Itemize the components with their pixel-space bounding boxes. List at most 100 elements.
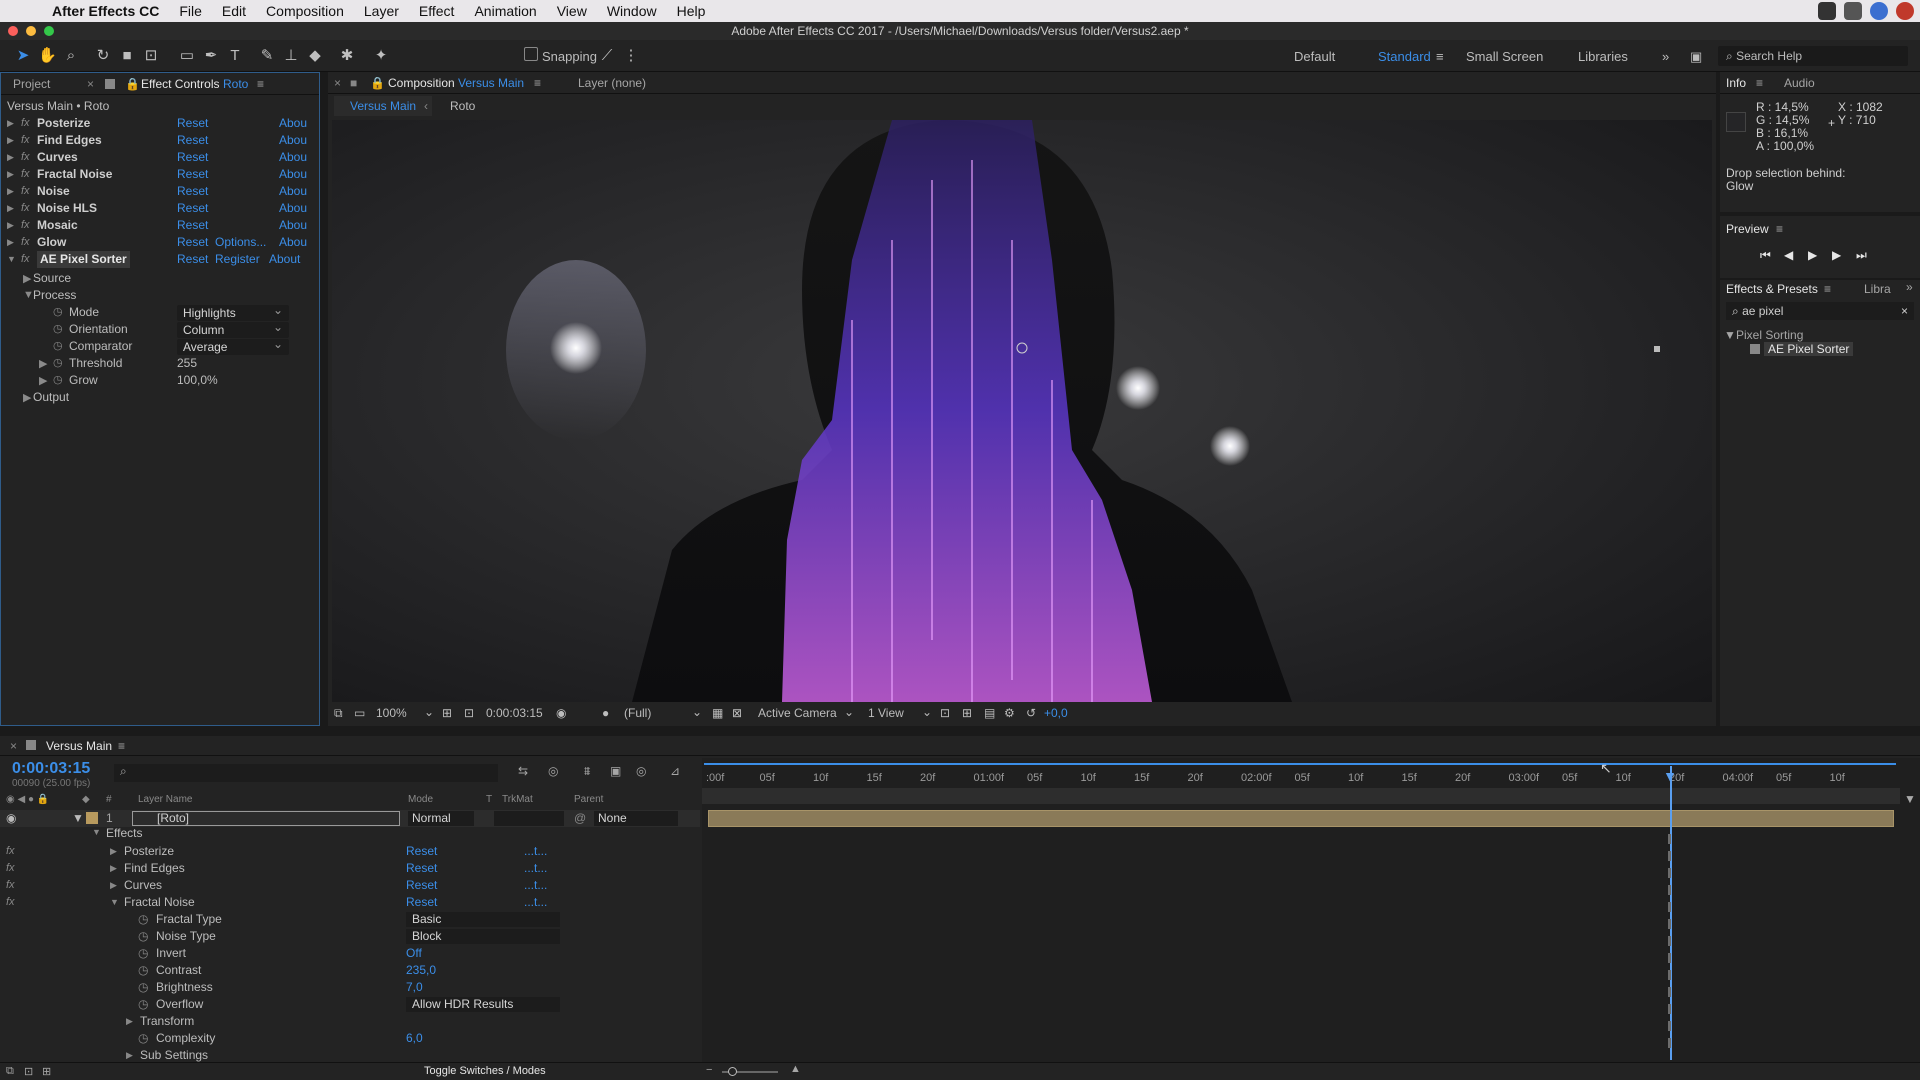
expression-dots[interactable]: ...t... bbox=[524, 894, 547, 911]
track-area[interactable]: :00f 05f 10f 15f 20f 01:00f 05f 10f 15f 20f 02:00f… bbox=[702, 758, 1920, 1062]
layer-duration-bar[interactable] bbox=[708, 810, 1894, 827]
fx-icon[interactable]: fx bbox=[21, 183, 30, 200]
about-link[interactable]: Abou bbox=[279, 115, 307, 132]
camera-dropdown[interactable]: Active Camera bbox=[758, 706, 837, 720]
reset-link[interactable]: Reset bbox=[406, 860, 437, 877]
prop-value[interactable]: Off bbox=[406, 945, 422, 962]
more-tabs-icon[interactable]: » bbox=[1906, 280, 1913, 294]
expand-arrow-icon[interactable]: ▶ bbox=[39, 374, 47, 387]
tab-composition[interactable]: Composition bbox=[388, 76, 455, 90]
stopwatch-icon[interactable]: ◷ bbox=[138, 945, 148, 962]
stopwatch-icon[interactable]: ◷ bbox=[138, 1030, 148, 1047]
reset-link[interactable]: Reset bbox=[406, 877, 437, 894]
preview-menu-icon[interactable]: ≡ bbox=[1776, 222, 1783, 236]
stopwatch-icon[interactable]: ◷ bbox=[53, 305, 63, 318]
camera-tool-icon[interactable]: ■ bbox=[118, 47, 136, 65]
timeline-menu-icon[interactable]: ≡ bbox=[118, 739, 125, 753]
tab-audio[interactable]: Audio bbox=[1784, 76, 1815, 90]
timeline-effect-row[interactable]: fx ▶ Posterize Reset ...t... bbox=[0, 843, 700, 860]
collapse-arrow-icon[interactable]: ▼ bbox=[7, 251, 16, 268]
modes-icon[interactable]: ⊡ bbox=[24, 1065, 33, 1078]
workspace-default[interactable]: Default bbox=[1294, 49, 1335, 64]
timeline-timecode[interactable]: 0:00:03:15 bbox=[12, 760, 90, 778]
hand-tool-icon[interactable]: ✋ bbox=[38, 47, 57, 65]
crumb-versus-main[interactable]: Versus Main bbox=[334, 96, 433, 116]
panel-lock-icon[interactable]: ■ bbox=[350, 76, 357, 90]
tab-layer[interactable]: Layer (none) bbox=[578, 76, 646, 90]
effect-row-ae-pixel-sorter[interactable]: ▼ fx AE Pixel Sorter Reset Register About bbox=[1, 251, 319, 268]
fractal-prop-row[interactable]: ◷ Fractal Type Basic bbox=[0, 911, 700, 928]
time-ruler[interactable]: :00f 05f 10f 15f 20f 01:00f 05f 10f 15f 20f 02:00f… bbox=[702, 766, 1900, 788]
prop-value[interactable]: 6,0 bbox=[406, 1030, 423, 1047]
label-color-swatch[interactable] bbox=[86, 812, 98, 824]
menu-composition[interactable]: Composition bbox=[256, 3, 354, 19]
chevron-down-icon[interactable]: ⌄ bbox=[424, 705, 434, 719]
expand-arrow-icon[interactable]: ▶ bbox=[110, 877, 117, 894]
about-link[interactable]: Abou bbox=[279, 132, 307, 149]
transparency-grid-icon[interactable]: ▦ bbox=[712, 706, 723, 720]
effect-row-posterize[interactable]: ▶ fx Posterize Reset Abou bbox=[1, 115, 319, 132]
rectangle-tool-icon[interactable]: ▭ bbox=[178, 47, 196, 65]
reset-link[interactable]: Reset bbox=[177, 115, 208, 132]
grow-value[interactable]: 100,0% bbox=[177, 373, 218, 387]
options-link[interactable]: Options... bbox=[215, 234, 266, 251]
effect-controls-target[interactable]: Roto bbox=[223, 77, 248, 91]
fractal-prop-row[interactable]: ◷ Contrast 235,0 bbox=[0, 962, 700, 979]
stopwatch-icon[interactable]: ◷ bbox=[138, 911, 148, 928]
about-link[interactable]: Abou bbox=[279, 200, 307, 217]
layer-row-roto[interactable]: ◉ ▼ 1 [Roto] Normal @ None bbox=[0, 810, 700, 827]
always-preview-icon[interactable]: ⧉ bbox=[334, 706, 343, 721]
effect-row-find-edges[interactable]: ▶ fx Find Edges Reset Abou bbox=[1, 132, 319, 149]
zoom-slider[interactable] bbox=[722, 1067, 778, 1076]
more-workspaces-icon[interactable]: » bbox=[1662, 49, 1669, 64]
reset-link[interactable]: Reset bbox=[177, 149, 208, 166]
stopwatch-icon[interactable]: ◷ bbox=[53, 322, 63, 335]
clone-stamp-tool-icon[interactable]: ⊥ bbox=[282, 47, 300, 65]
eye-icon[interactable]: ◉ bbox=[6, 810, 16, 827]
fx-icon[interactable]: fx bbox=[6, 843, 15, 860]
about-link[interactable]: Abou bbox=[279, 234, 307, 251]
effect-row-curves[interactable]: ▶ fx Curves Reset Abou bbox=[1, 149, 319, 166]
pickwhip-icon[interactable]: @ bbox=[574, 810, 586, 827]
tab-effect-controls[interactable]: Effect Controls bbox=[141, 77, 219, 91]
resolution-dropdown[interactable]: (Full) bbox=[624, 706, 651, 720]
expand-arrow-icon[interactable]: ▶ bbox=[23, 272, 31, 285]
effects-group-label[interactable]: Effects bbox=[106, 826, 142, 840]
expand-arrow-icon[interactable]: ▶ bbox=[7, 149, 14, 166]
layer-handle-right[interactable] bbox=[1654, 346, 1660, 352]
views-dropdown[interactable]: 1 View bbox=[868, 706, 904, 720]
fractal-prop-row[interactable]: ◷ Overflow Allow HDR Results bbox=[0, 996, 700, 1013]
prop-dropdown[interactable]: Allow HDR Results bbox=[406, 997, 560, 1012]
close-timeline-tab-icon[interactable]: × bbox=[10, 739, 17, 753]
clear-search-icon[interactable]: × bbox=[1901, 302, 1908, 320]
menu-effect[interactable]: Effect bbox=[409, 3, 465, 19]
comparator-dropdown[interactable]: Average bbox=[177, 336, 289, 355]
work-area-strip[interactable] bbox=[702, 788, 1900, 804]
fractal-prop-row[interactable]: ◷ Noise Type Block bbox=[0, 928, 700, 945]
keyframe-marker[interactable] bbox=[1668, 885, 1671, 895]
fx-icon[interactable]: fx bbox=[6, 860, 15, 877]
expand-arrow-icon[interactable]: ▶ bbox=[7, 234, 14, 251]
workspace-small-screen[interactable]: Small Screen bbox=[1466, 49, 1543, 64]
effects-presets-title[interactable]: Effects & Presets bbox=[1726, 282, 1818, 296]
fast-previews-icon[interactable]: ⊞ bbox=[962, 706, 972, 720]
stopwatch-icon[interactable]: ◷ bbox=[138, 979, 148, 996]
graph-editor-icon[interactable]: ⊿ bbox=[670, 764, 680, 778]
keyframe-marker[interactable] bbox=[1668, 953, 1671, 963]
prop-value[interactable]: 235,0 bbox=[406, 962, 436, 979]
register-link[interactable]: Register bbox=[215, 251, 260, 268]
comp-panel-menu-icon[interactable]: ≡ bbox=[534, 76, 541, 90]
in-out-icon[interactable]: ⊞ bbox=[42, 1065, 51, 1078]
keyframe-marker[interactable] bbox=[1668, 970, 1671, 980]
fractal-prop-row[interactable]: ◷ Brightness 7,0 bbox=[0, 979, 700, 996]
timeline-effect-row[interactable]: fx ▶ Find Edges Reset ...t... bbox=[0, 860, 700, 877]
eraser-tool-icon[interactable]: ◆ bbox=[306, 47, 324, 65]
chevron-down-icon[interactable]: ⌄ bbox=[844, 705, 854, 719]
fx-icon[interactable]: fx bbox=[21, 149, 30, 166]
minimize-window-button[interactable] bbox=[26, 26, 36, 36]
effects-search-input[interactable]: ⌕ ae pixel × bbox=[1726, 302, 1914, 320]
fractal-prop-row[interactable]: ▶ Transform bbox=[0, 1013, 700, 1030]
current-time[interactable]: 0:00:03:15 bbox=[486, 706, 543, 720]
close-comp-tab-icon[interactable]: × bbox=[334, 76, 341, 90]
expand-arrow-icon[interactable]: ▶ bbox=[110, 860, 117, 877]
